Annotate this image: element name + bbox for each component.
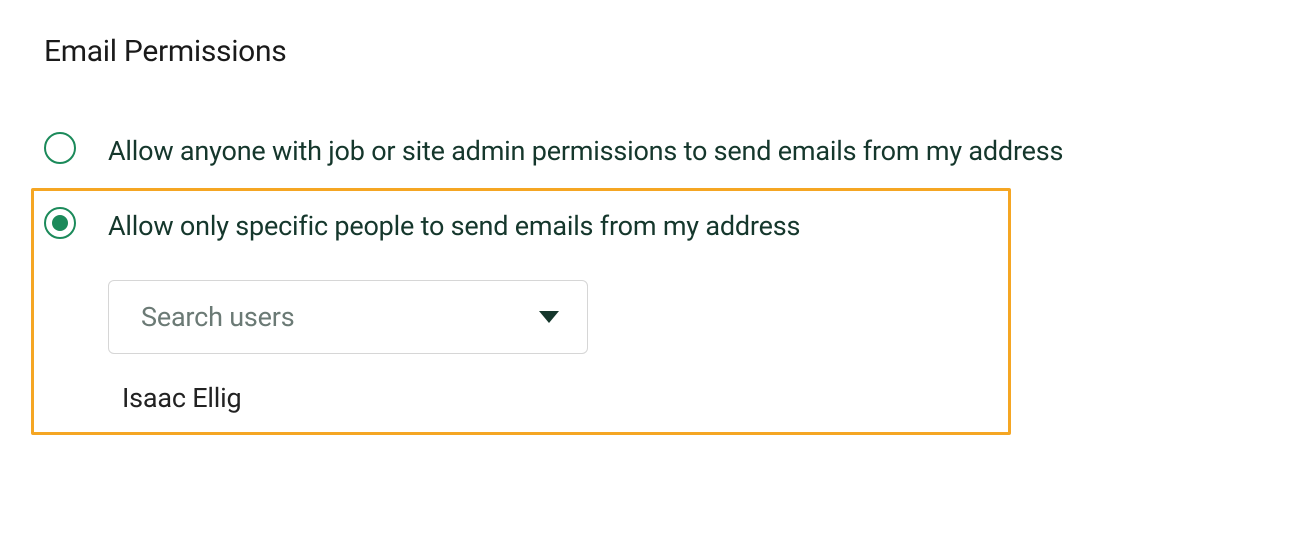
radio-circle-specific[interactable] xyxy=(44,207,76,239)
search-placeholder: Search users xyxy=(141,301,294,333)
chevron-down-icon xyxy=(539,311,559,323)
radio-option-anyone[interactable]: Allow anyone with job or site admin perm… xyxy=(44,127,1262,176)
selected-user-item: Isaac Ellig xyxy=(122,382,800,414)
radio-option-body: Allow only specific people to send email… xyxy=(108,205,800,414)
radio-option-body: Allow anyone with job or site admin perm… xyxy=(108,130,1063,173)
radio-label-anyone: Allow anyone with job or site admin perm… xyxy=(108,130,1063,173)
radio-circle-anyone[interactable] xyxy=(44,132,76,164)
email-permissions-radio-group: Allow anyone with job or site admin perm… xyxy=(44,127,1262,435)
section-title: Email Permissions xyxy=(44,34,1262,69)
search-users-dropdown[interactable]: Search users xyxy=(108,280,588,354)
radio-label-specific: Allow only specific people to send email… xyxy=(108,205,800,248)
radio-option-specific[interactable]: Allow only specific people to send email… xyxy=(31,188,1011,435)
